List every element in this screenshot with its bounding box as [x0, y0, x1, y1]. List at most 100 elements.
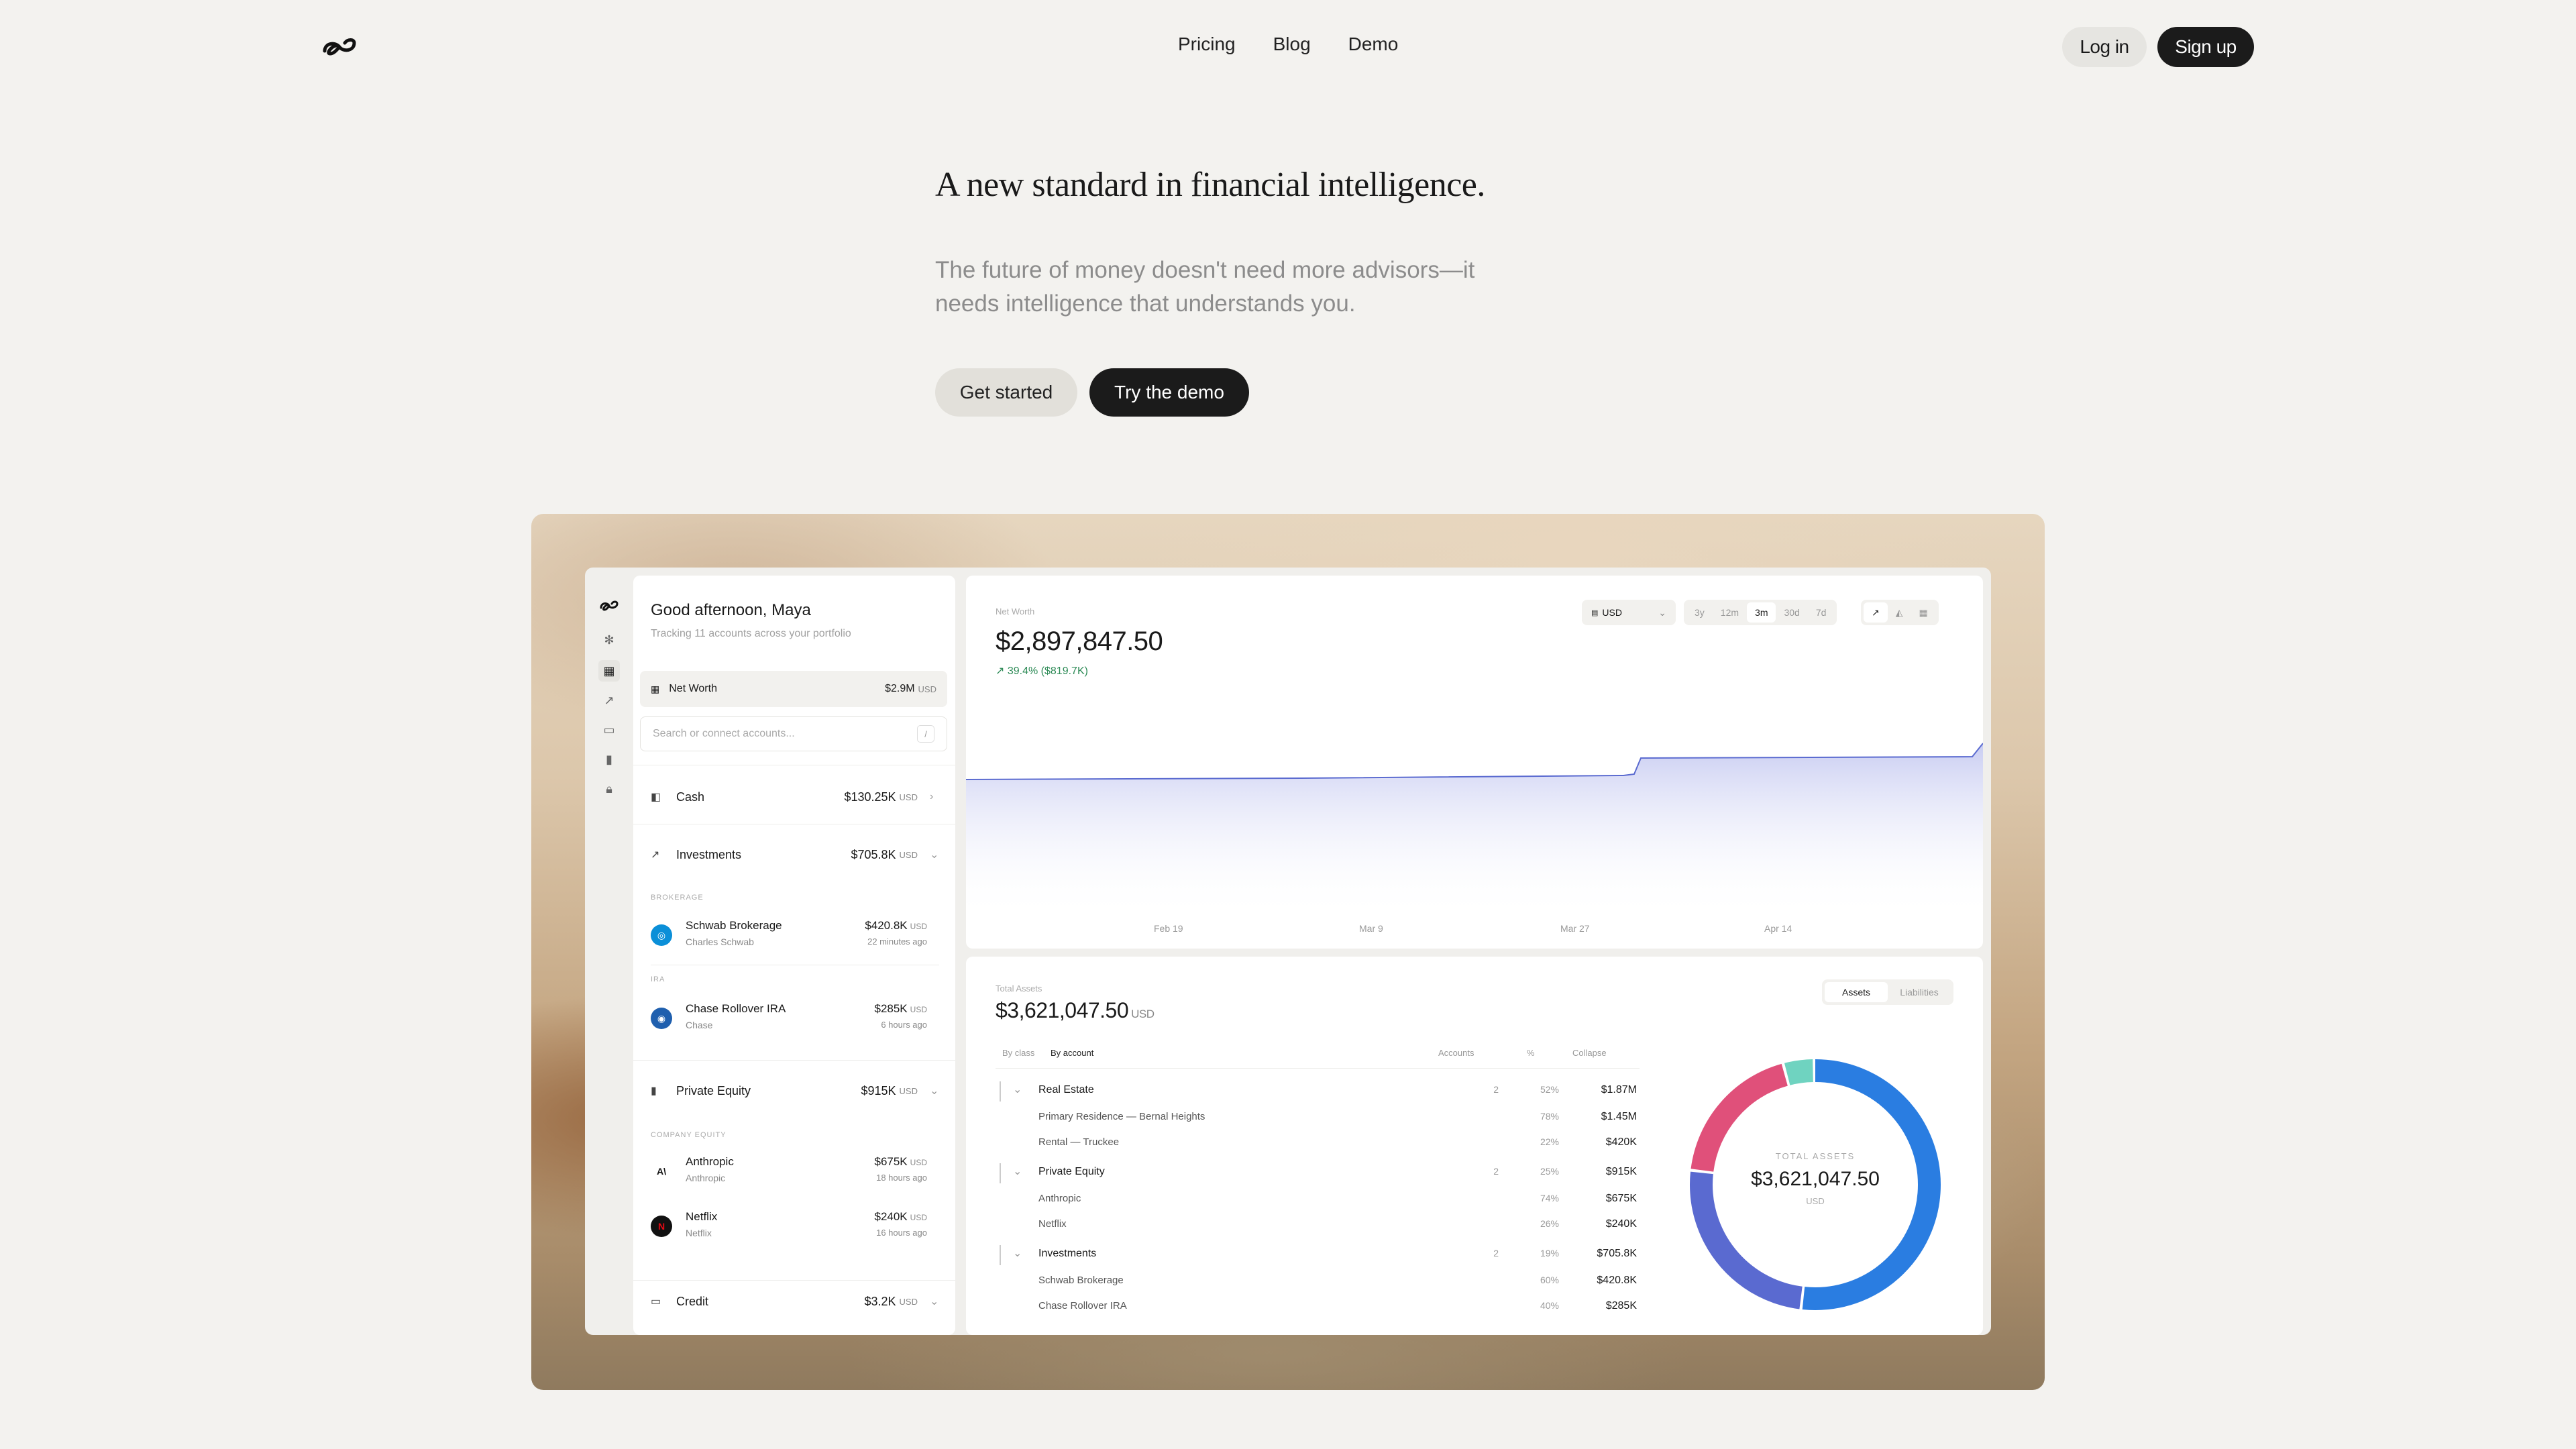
line-chart-icon[interactable]: ↗	[1864, 602, 1888, 623]
tab-liabilities[interactable]: Liabilities	[1888, 982, 1951, 1002]
range-3y[interactable]: 3y	[1686, 602, 1713, 623]
account-row[interactable]: ◎ Schwab Brokerage Charles Schwab $420.8…	[651, 916, 939, 953]
chevron-down-icon: ⌄	[1013, 1084, 1022, 1095]
usd-unit: USD	[899, 849, 918, 860]
asset-value: $240K	[1605, 1218, 1637, 1230]
asset-name: Netflix	[1038, 1218, 1067, 1230]
group-label: COMPANY EQUITY	[651, 1131, 727, 1139]
net-worth-chart	[966, 743, 1983, 918]
sparkle-icon[interactable]: ✻	[598, 629, 620, 651]
bar-chart-icon: ▮	[651, 1085, 657, 1097]
category-name: Private Equity	[676, 1083, 751, 1097]
asset-percent: 19%	[1540, 1248, 1559, 1258]
chevron-right-icon: ›	[930, 791, 934, 802]
login-button[interactable]: Log in	[2062, 27, 2147, 67]
asset-name: Anthropic	[1038, 1193, 1081, 1204]
category-credit[interactable]: ▭ Credit $3.2K USD ⌄	[651, 1288, 939, 1315]
asset-subrow[interactable]: Chase Rollover IRA 40% $285K	[996, 1295, 1640, 1319]
range-30d[interactable]: 30d	[1776, 602, 1807, 623]
area-chart-icon[interactable]: ◭	[1888, 602, 1911, 623]
trend-icon[interactable]: ↗	[598, 690, 620, 711]
nav-demo[interactable]: Demo	[1348, 34, 1399, 55]
asset-group-row[interactable]: ⌄ Investments 2 19% $705.8K	[996, 1242, 1640, 1267]
assets-total-value: $3,621,047.50	[996, 998, 1129, 1022]
net-worth-row[interactable]: ▦ Net Worth $2.9M USD	[640, 671, 947, 707]
net-worth-label: Net Worth	[669, 683, 717, 694]
net-worth-chart-card: Net Worth $2,897,847.50 ↗ 39.4% ($819.7K…	[966, 576, 1983, 949]
nav-pricing[interactable]: Pricing	[1178, 34, 1236, 55]
x-tick: Mar 9	[1359, 923, 1383, 934]
get-started-button[interactable]: Get started	[935, 368, 1077, 417]
view-by-account[interactable]: By account	[1051, 1048, 1093, 1058]
asset-subrow[interactable]: Primary Residence — Bernal Heights 78% $1.…	[996, 1106, 1640, 1130]
table-icon[interactable]: ▦	[1911, 602, 1936, 623]
range-7d[interactable]: 7d	[1808, 602, 1835, 623]
usd-unit: USD	[899, 1296, 918, 1307]
app-preview: ✻ ▦ ↗ ▭ ▮ 🔒︎ Good afternoon, Maya Tracki…	[585, 568, 1991, 1335]
collapse-button[interactable]: Collapse	[1572, 1048, 1607, 1058]
chevron-down-icon: ⌄	[1658, 606, 1666, 618]
col-accounts: Accounts	[1438, 1048, 1474, 1058]
account-row[interactable]: ◉ Chase Rollover IRA Chase $285K USD 6 ho…	[651, 1000, 939, 1036]
currency-select[interactable]: ▤ USD ⌄	[1582, 600, 1676, 625]
card-icon[interactable]: ▭	[598, 719, 620, 741]
main-nav: Pricing Blog Demo	[1178, 34, 1398, 55]
chevron-down-icon: ⌄	[930, 1296, 939, 1307]
chart-type-selector: ↗ ◭ ▦	[1861, 600, 1939, 625]
account-value: $285K USD	[874, 1002, 927, 1016]
lock-icon[interactable]: 🔒︎	[598, 778, 620, 800]
asset-value: $675K	[1605, 1193, 1637, 1204]
asset-group-row[interactable]: ⌄ Real Estate 2 52% $1.87M	[996, 1079, 1640, 1103]
donut-unit: USD	[1806, 1196, 1825, 1206]
category-private-equity[interactable]: ▮ Private Equity $915K USD ⌄	[651, 1077, 939, 1104]
shortcut-key: /	[917, 725, 934, 743]
asset-subrow[interactable]: Anthropic 74% $675K	[996, 1187, 1640, 1212]
asset-percent: 40%	[1540, 1300, 1559, 1311]
category-name: Cash	[676, 790, 705, 804]
account-institution: Netflix	[686, 1228, 712, 1238]
bar-chart-icon[interactable]: ▮	[598, 749, 620, 770]
logo-icon[interactable]	[321, 34, 358, 60]
asset-group-row[interactable]: ⌄ Private Equity 2 25% $915K	[996, 1161, 1640, 1185]
usd-unit: USD	[1131, 1008, 1155, 1020]
usd-unit: USD	[910, 922, 927, 931]
try-demo-button[interactable]: Try the demo	[1089, 368, 1249, 417]
asset-name: Schwab Brokerage	[1038, 1275, 1124, 1286]
category-investments[interactable]: ↗ Investments $705.8K USD ⌄	[651, 841, 939, 868]
view-by-class[interactable]: By class	[1002, 1048, 1034, 1058]
asset-percent: 26%	[1540, 1218, 1559, 1229]
total-assets-card: Total Assets $3,621,047.50 USD Assets Lia…	[966, 957, 1983, 1335]
range-12m[interactable]: 12m	[1713, 602, 1747, 623]
account-search-input[interactable]: Search or connect accounts... /	[640, 716, 947, 751]
asset-subrow[interactable]: Netflix 26% $240K	[996, 1213, 1640, 1237]
nav-blog[interactable]: Blog	[1273, 34, 1311, 55]
chase-logo-icon: ◉	[651, 1008, 672, 1029]
chart-label: Net Worth	[996, 606, 1035, 616]
range-3m[interactable]: 3m	[1747, 602, 1776, 623]
dashboard-icon[interactable]: ▦	[598, 660, 620, 682]
signup-button[interactable]: Sign up	[2157, 27, 2254, 67]
app-logo-icon[interactable]	[598, 596, 620, 617]
tab-assets[interactable]: Assets	[1825, 982, 1888, 1002]
asset-value: $1.87M	[1601, 1084, 1637, 1095]
category-value: $915K	[861, 1083, 896, 1097]
asset-subrow[interactable]: Schwab Brokerage 60% $420.8K	[996, 1269, 1640, 1293]
category-name: Credit	[676, 1294, 709, 1308]
asset-value: $420.8K	[1597, 1275, 1637, 1286]
category-cash[interactable]: ◧ Cash $130.25K USD ›	[651, 784, 939, 810]
usd-unit: USD	[910, 1158, 927, 1167]
donut-value: $3,621,047.50	[1751, 1168, 1880, 1190]
greeting-subtitle: Tracking 11 accounts across your portfol…	[651, 628, 851, 639]
donut-label: TOTAL ASSETS	[1775, 1151, 1856, 1161]
account-row[interactable]: A\ Anthropic Anthropic $675K USD 18 hours…	[651, 1152, 939, 1189]
asset-name: Chase Rollover IRA	[1038, 1300, 1127, 1311]
asset-accounts: 2	[1493, 1166, 1499, 1177]
category-value: $130.25K	[844, 790, 896, 804]
accounts-panel: Good afternoon, Maya Tracking 11 account…	[633, 576, 955, 1335]
donut-center: TOTAL ASSETS $3,621,047.50 USD	[1681, 1151, 1949, 1206]
category-value: $705.8K	[851, 847, 896, 861]
netflix-logo-icon: N	[651, 1216, 672, 1237]
account-row[interactable]: N Netflix Netflix $240K USD 16 hours ago	[651, 1208, 939, 1244]
asset-subrow[interactable]: Rental — Truckee 22% $420K	[996, 1131, 1640, 1155]
trend-up-icon: ↗	[996, 665, 1008, 677]
